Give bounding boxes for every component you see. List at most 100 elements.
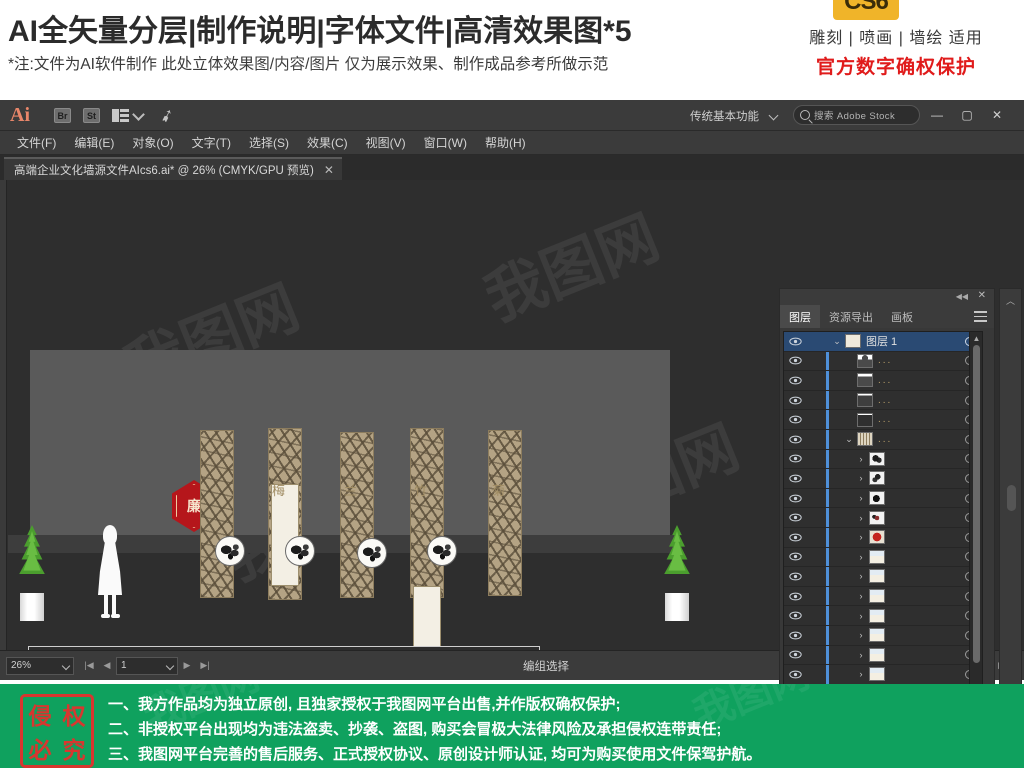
eye-visibility-icon[interactable]	[784, 670, 806, 679]
layer-row[interactable]: ›	[784, 645, 982, 666]
disclosure-triangle-icon[interactable]: ›	[853, 473, 869, 483]
window-minimize-button[interactable]: —	[928, 108, 946, 123]
eye-visibility-icon[interactable]	[784, 592, 806, 601]
eye-visibility-icon[interactable]	[784, 474, 806, 483]
layer-name[interactable]: ...	[878, 375, 956, 386]
disclosure-triangle-icon[interactable]: ›	[853, 669, 869, 679]
disclosure-triangle-icon[interactable]: ›	[853, 552, 869, 562]
eye-visibility-icon[interactable]	[784, 415, 806, 424]
disclosure-triangle-icon[interactable]: ›	[853, 493, 869, 503]
layer-name[interactable]: ...	[878, 434, 956, 445]
document-tab[interactable]: 高端企业文化墙源文件AIcs6.ai* @ 26% (CMYK/GPU 预览) …	[4, 157, 342, 180]
disclosure-triangle-icon[interactable]: ›	[853, 650, 869, 660]
eye-visibility-icon[interactable]	[784, 454, 806, 463]
collapse-panel-icon[interactable]: ◀◀	[956, 292, 968, 301]
disclosure-triangle-icon[interactable]: ›	[853, 611, 869, 621]
eye-visibility-icon[interactable]	[784, 513, 806, 522]
disclosure-triangle-icon[interactable]: ›	[853, 513, 869, 523]
layer-row[interactable]: ›	[784, 488, 982, 509]
menu-item-5[interactable]: 效果(C)	[298, 131, 357, 155]
layer-name[interactable]: ...	[878, 355, 956, 366]
disclosure-triangle-icon[interactable]: ›	[853, 571, 869, 581]
layer-color-bar	[826, 625, 829, 645]
disclosure-triangle-icon[interactable]: ›	[853, 630, 869, 640]
menu-item-7[interactable]: 窗口(W)	[415, 131, 476, 155]
workspace-selector[interactable]: 传统基本功能	[690, 108, 759, 124]
eye-visibility-icon[interactable]	[784, 533, 806, 542]
eye-visibility-icon[interactable]	[784, 376, 806, 385]
layer-row[interactable]: ›	[784, 469, 982, 489]
layer-row[interactable]: ...	[784, 390, 982, 411]
eye-visibility-icon[interactable]	[784, 356, 806, 365]
chevron-down-icon[interactable]	[132, 108, 145, 121]
layer-row[interactable]: ›	[784, 508, 982, 528]
disclosure-triangle-icon[interactable]: ›	[853, 454, 869, 464]
eye-visibility-icon[interactable]	[784, 650, 806, 659]
dock-handle[interactable]	[1007, 485, 1016, 511]
disclosure-triangle-icon[interactable]: ›	[853, 591, 869, 601]
menu-item-0[interactable]: 文件(F)	[8, 131, 65, 155]
zoom-level-selector[interactable]: 26%	[6, 656, 74, 675]
layer-row[interactable]: ⌄ 图层 1	[784, 332, 982, 352]
menu-item-6[interactable]: 视图(V)	[357, 131, 415, 155]
scroll-up-icon[interactable]: ▲	[970, 332, 982, 344]
first-artboard-button[interactable]: |◀	[80, 657, 98, 675]
eye-visibility-icon[interactable]	[784, 552, 806, 561]
disclosure-triangle-icon[interactable]: ›	[853, 532, 869, 542]
last-artboard-button[interactable]: ▶|	[196, 657, 214, 675]
arrange-documents-icon[interactable]	[112, 109, 130, 122]
layer-name[interactable]: 图层 1	[866, 333, 956, 349]
next-artboard-button[interactable]: ▶	[178, 657, 196, 675]
layer-row[interactable]: ›	[784, 567, 982, 587]
panel-dock-rail[interactable]: ︿ ﹀ ◢	[999, 288, 1022, 748]
layer-row[interactable]: ›	[784, 527, 982, 548]
layer-name[interactable]: ...	[878, 395, 956, 406]
disclosure-triangle-icon[interactable]: ⌄	[841, 434, 857, 445]
artboard-number-field[interactable]: 1	[116, 656, 178, 675]
chevron-down-icon[interactable]	[165, 661, 175, 670]
menu-item-1[interactable]: 编辑(E)	[65, 131, 123, 155]
bridge-icon[interactable]: Br	[54, 108, 71, 123]
prev-artboard-button[interactable]: ◀	[98, 657, 116, 675]
layers-scrollbar[interactable]: ▲ ▼	[969, 332, 982, 712]
window-close-button[interactable]: ✕	[988, 108, 1006, 123]
eye-visibility-icon[interactable]	[784, 494, 806, 503]
menu-item-3[interactable]: 文字(T)	[183, 131, 240, 155]
menu-item-8[interactable]: 帮助(H)	[476, 131, 535, 155]
layer-row[interactable]: ⌄...	[784, 429, 982, 450]
scrollbar-thumb[interactable]	[973, 345, 980, 663]
menu-item-2[interactable]: 对象(O)	[123, 131, 182, 155]
layer-name[interactable]: ...	[878, 414, 956, 425]
tab-asset-export[interactable]: 资源导出	[820, 305, 882, 328]
artboard-navigation[interactable]: |◀ ◀ 1 ▶ ▶|	[80, 656, 214, 675]
dock-scroll-up-icon[interactable]: ︿	[1006, 294, 1015, 307]
layer-row[interactable]: ...	[784, 371, 982, 391]
layer-row[interactable]: ...	[784, 410, 982, 430]
tab-artboards[interactable]: 画板	[882, 305, 922, 328]
layer-row[interactable]: ...	[784, 351, 982, 372]
close-icon[interactable]: ✕	[324, 163, 334, 177]
stock-icon[interactable]: St	[83, 108, 100, 123]
workspace-chevron-down-icon[interactable]	[768, 110, 779, 121]
tab-layers[interactable]: 图层	[780, 305, 820, 328]
layer-row[interactable]: ›	[784, 547, 982, 568]
menu-item-4[interactable]: 选择(S)	[240, 131, 298, 155]
layer-row[interactable]: ›	[784, 449, 982, 470]
eye-visibility-icon[interactable]	[784, 435, 806, 444]
eye-visibility-icon[interactable]	[784, 337, 806, 346]
layers-list[interactable]: ⌄图层 1............⌄...››››››››››››››...›.…	[783, 331, 983, 713]
close-icon[interactable]: ✕	[978, 290, 986, 301]
chevron-down-icon[interactable]	[61, 661, 71, 670]
layer-row[interactable]: ›	[784, 606, 982, 626]
eye-visibility-icon[interactable]	[784, 611, 806, 620]
eye-visibility-icon[interactable]	[784, 572, 806, 581]
eye-visibility-icon[interactable]	[784, 396, 806, 405]
layer-row[interactable]: ›	[784, 665, 982, 685]
eye-visibility-icon[interactable]	[784, 631, 806, 640]
stock-search-input[interactable]: 搜索 Adobe Stock	[793, 105, 920, 125]
layer-row[interactable]: ›	[784, 586, 982, 607]
layer-row[interactable]: ›	[784, 625, 982, 646]
panel-menu-icon[interactable]	[974, 311, 987, 325]
window-maximize-button[interactable]: ▢	[958, 108, 976, 123]
disclosure-triangle-icon[interactable]: ⌄	[829, 336, 845, 347]
